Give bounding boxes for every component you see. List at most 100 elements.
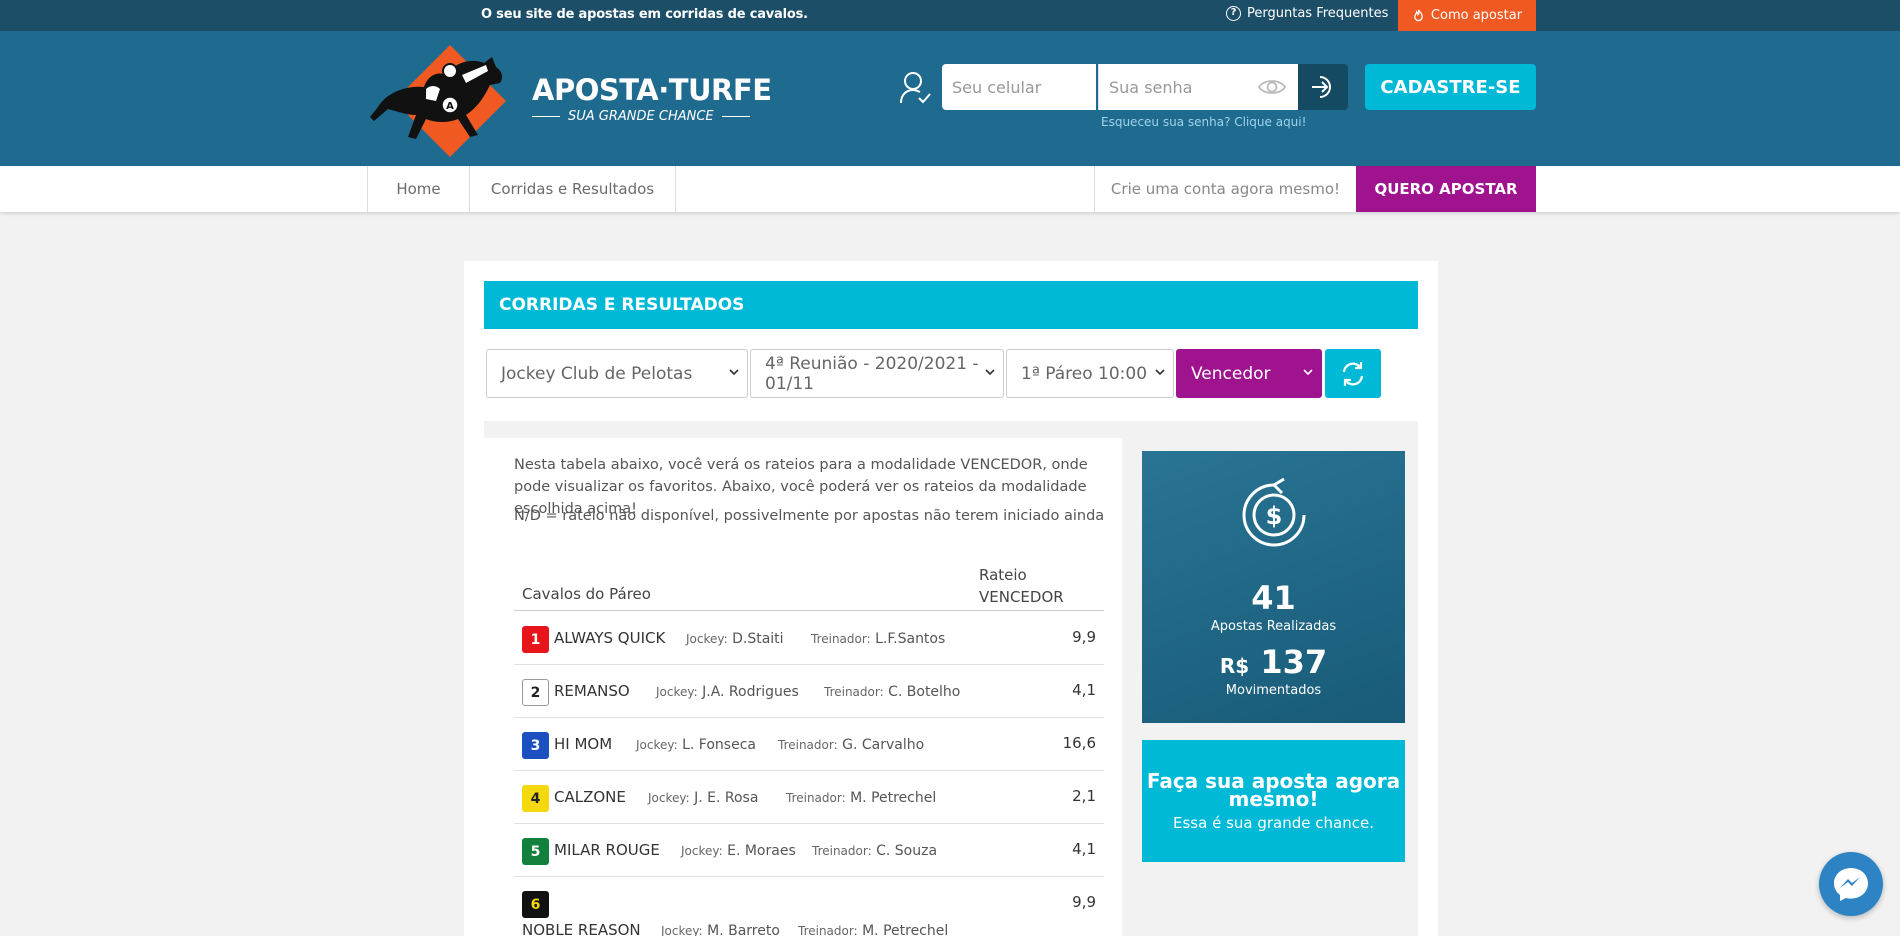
trainer-info: Treinador: M. Petrechel [786,790,936,806]
trainer-info: Treinador: C. Botelho [824,684,960,700]
amount-value: 137 [1260,643,1328,681]
col-header-rate-line1: Rateio [979,566,1027,584]
login-button[interactable] [1298,64,1348,110]
trainer-label: Treinador: [811,632,871,646]
show-password-icon[interactable] [1257,76,1287,98]
amount-label: Movimentados [1225,683,1322,698]
winner-rate: 16,6 [1062,734,1096,752]
bet-now-banner[interactable]: Faça sua aposta agora mesmo! Essa é sua … [1142,740,1405,862]
meeting-select[interactable]: 4ª Reunião - 2020/2021 - 01/11 [750,349,1004,398]
trainer-label: Treinador: [824,685,884,699]
horse-name: NOBLE REASON [522,921,641,936]
refresh-button[interactable] [1325,349,1381,398]
bet-now-headline: Faça sua aposta agora mesmo! [1146,769,1401,811]
faq-label: Perguntas Frequentes [1247,6,1389,21]
amount-moved: R$ 137 [1142,643,1405,681]
jockey-name: L. Fonseca [682,737,756,753]
currency-symbol: R$ [1219,654,1250,678]
trainer-name: C. Botelho [888,684,961,700]
table-row[interactable]: 1 ALWAYS QUICK Jockey: D.Staiti Treinado… [514,612,1104,665]
site-logo[interactable]: A APOSTA·TURFE SUA GRANDE CHANCE [366,45,772,157]
mode-select-value: Vencedor [1191,363,1271,384]
table-row[interactable]: 6 NOBLE REASON Jockey: M. Barreto Treina… [514,877,1104,936]
brand-slogan: SUA GRANDE CHANCE [532,109,750,124]
col-header-rate: Rateio VENCEDOR [979,564,1064,608]
jockey-label: Jockey: [661,924,703,936]
nav-want-to-bet[interactable]: QUERO APOSTAR [1356,166,1536,212]
winner-rate: 9,9 [1072,893,1096,911]
jockey-info: Jockey: E. Moraes [681,843,796,859]
club-select[interactable]: Jockey Club de Pelotas [486,349,748,398]
nav-create-account[interactable]: Crie uma conta agora mesmo! [1094,166,1356,212]
trainer-label: Treinador: [786,791,846,805]
jockey-logo-icon: A [370,45,506,157]
nav-home[interactable]: Home [367,166,469,212]
refresh-icon [1342,361,1364,386]
trainer-info: Treinador: M. Petrechel [798,923,948,936]
horse-number-badge: 6 [522,891,549,918]
how-to-bet-button[interactable]: Como apostar [1398,0,1536,31]
flame-icon [1414,9,1423,22]
brand-slogan-text: SUA GRANDE CHANCE [568,109,714,124]
race-select-value: 1ª Páreo 10:00 [1021,363,1148,384]
jockey-name: D.Staiti [732,631,784,647]
trainer-label: Treinador: [798,924,858,936]
winner-rate: 2,1 [1072,787,1096,805]
winner-rate: 9,9 [1072,628,1096,646]
col-header-horses: Cavalos do Páreo [522,585,651,603]
nav-races-results[interactable]: Corridas e Resultados [469,166,676,212]
trainer-label: Treinador: [812,844,872,858]
top-strip: O seu site de apostas em corridas de cav… [0,0,1900,31]
jockey-label: Jockey: [648,791,690,805]
results-area: Nesta tabela abaixo, você verá os rateio… [484,421,1418,936]
main-content: CORRIDAS E RESULTADOS Jockey Club de Pel… [464,261,1438,936]
horse-number-badge: 1 [522,626,549,653]
brand-name: APOSTA·TURFE [532,73,772,107]
jockey-label: Jockey: [686,632,728,646]
mode-select[interactable]: Vencedor [1176,349,1322,398]
jockey-info: Jockey: J.A. Rodrigues [656,684,799,700]
jockey-name: M. Barreto [707,923,780,936]
signup-button[interactable]: CADASTRE-SE [1365,64,1536,110]
jockey-info: Jockey: D.Staiti [686,631,784,647]
trainer-name: M. Petrechel [850,790,937,806]
table-row[interactable]: 2 REMANSO Jockey: J.A. Rodrigues Treinad… [514,665,1104,718]
horse-name: HI MOM [554,735,613,753]
faq-link[interactable]: ? Perguntas Frequentes [1226,6,1388,21]
table-row[interactable]: 5 MILAR ROUGE Jockey: E. Moraes Treinado… [514,824,1104,877]
messenger-chat-button[interactable] [1819,852,1883,916]
horse-name: REMANSO [554,682,630,700]
jockey-info: Jockey: M. Barreto [661,923,780,936]
question-icon: ? [1226,6,1241,21]
jockey-label: Jockey: [656,685,698,699]
trainer-info: Treinador: G. Carvalho [778,737,924,753]
jockey-info: Jockey: L. Fonseca [636,737,756,753]
horse-number-badge: 5 [522,838,549,865]
stats-panel: $ 41 Apostas Realizadas R$ 137 Movimenta… [1142,451,1405,723]
chevron-down-icon [729,369,739,376]
nd-note: N/D = rateio não disponível, possivelmen… [514,508,1105,524]
money-cycle-icon: $ [1242,477,1306,547]
bets-label: Apostas Realizadas [1210,619,1337,634]
svg-text:$: $ [1266,502,1283,530]
chevron-down-icon [985,369,995,376]
odds-table-panel: Nesta tabela abaixo, você verá os rateio… [484,438,1122,936]
bets-count: 41 [1251,579,1296,617]
trainer-label: Treinador: [778,738,838,752]
messenger-icon [1834,868,1868,901]
jockey-name: J. E. Rosa [694,790,759,806]
chevron-down-icon [1155,369,1165,376]
winner-rate: 4,1 [1072,681,1096,699]
forgot-password-link[interactable]: Esqueceu sua senha? Clique aqui! [1101,115,1306,129]
phone-input[interactable] [942,64,1096,110]
race-select[interactable]: 1ª Páreo 10:00 [1006,349,1174,398]
main-nav: Home Corridas e Resultados Crie uma cont… [0,166,1900,212]
horse-name: MILAR ROUGE [554,841,660,859]
winner-rate: 4,1 [1072,840,1096,858]
horse-name: ALWAYS QUICK [554,629,666,647]
table-row[interactable]: 4 CALZONE Jockey: J. E. Rosa Treinador: … [514,771,1104,824]
how-to-bet-label: Como apostar [1430,8,1523,23]
section-title: CORRIDAS E RESULTADOS [484,281,1418,329]
trainer-name: L.F.Santos [875,631,946,647]
table-row[interactable]: 3 HI MOM Jockey: L. Fonseca Treinador: G… [514,718,1104,771]
